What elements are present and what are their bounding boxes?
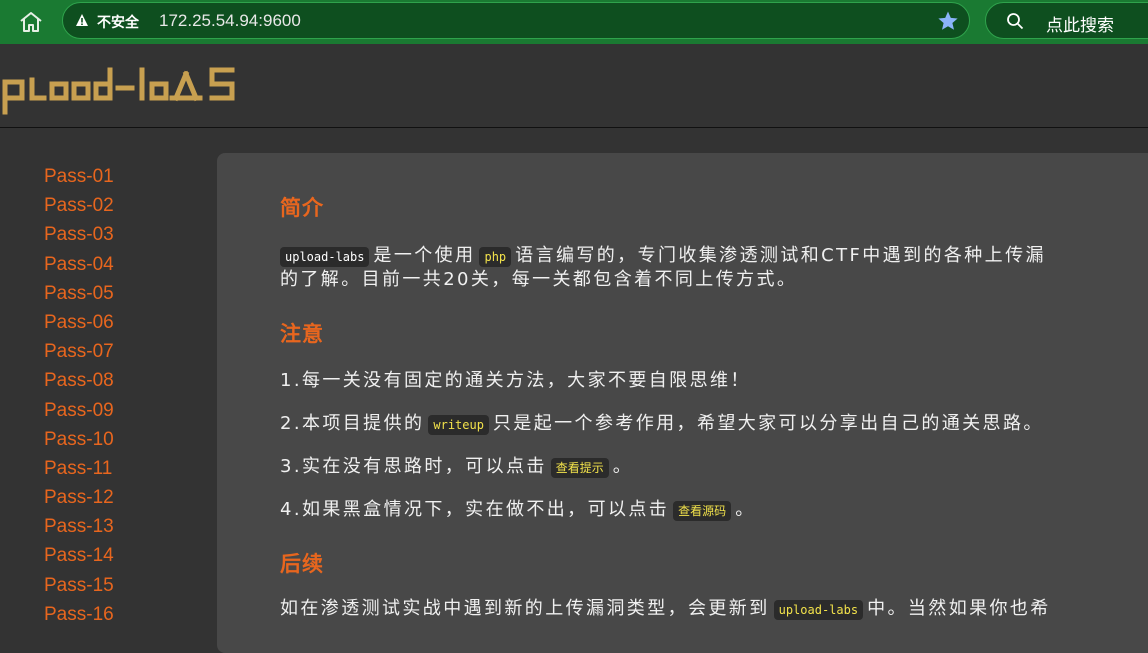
notice-item-1: 1.每一关没有固定的通关方法，大家不要自限思维！ [280,370,751,391]
sidebar-item-pass-04[interactable]: Pass-04 [44,252,114,281]
intro-text-1: 是一个使用 [373,245,476,266]
sidebar-item-pass-02[interactable]: Pass-02 [44,193,114,222]
pass-list: Pass-01 Pass-02 Pass-03 Pass-04 Pass-05 … [44,164,114,631]
sidebar-item-pass-11[interactable]: Pass-11 [44,456,114,485]
notice-2-text-b: 只是起一个参考作用，希望大家可以分享出自己的通关思路。 [492,413,1044,434]
bookmark-star-icon[interactable] [937,10,959,32]
sidebar-item-pass-01[interactable]: Pass-01 [44,164,114,193]
warning-icon[interactable] [75,13,89,27]
sidebar-item-pass-07[interactable]: Pass-07 [44,339,114,368]
follow-text-b: 中。当然如果你也希 [867,598,1051,619]
home-icon[interactable] [18,10,44,34]
browser-toolbar: 不安全 172.25.54.94:9600 点此搜索 [0,0,1148,44]
intro-text-2: 语言编写的，专门收集渗透测试和CTF中遇到的各种上传漏 [515,245,1046,266]
sidebar: Pass-01 Pass-02 Pass-03 Pass-04 Pass-05 … [0,128,216,627]
sidebar-item-pass-06[interactable]: Pass-06 [44,310,114,339]
notice-3-text-a: 3.实在没有思路时，可以点击 [280,456,547,477]
search-placeholder: 点此搜索 [1046,16,1114,36]
intro-paragraph: upload-labs 是一个使用 php 语言编写的，专门收集渗透测试和CTF中遇到… [280,244,1046,269]
sidebar-item-pass-03[interactable]: Pass-03 [44,222,114,251]
view-source-link[interactable]: 查看源码 [673,501,732,521]
notice-item-4: 4.如果黑盒情况下，实在做不出，可以点击 查看源码。 [280,498,756,523]
notice-2-text-a: 2.本项目提供的 [280,413,425,434]
insecure-label[interactable]: 不安全 [97,12,139,32]
follow-up-heading: 后续 [280,552,324,576]
notice-heading: 注意 [280,322,324,346]
search-icon [1007,13,1024,30]
notice-4-text-a: 4.如果黑盒情况下，实在做不出，可以点击 [280,499,670,520]
url-text[interactable]: 172.25.54.94:9600 [159,11,301,31]
intro-paragraph-line2: 的了解。目前一共20关，每一关都包含着不同上传方式。 [280,269,798,290]
search-box[interactable]: 点此搜索 [985,2,1148,39]
writeup-code: writeup [428,415,489,435]
sidebar-item-pass-15[interactable]: Pass-15 [44,573,114,602]
intro-heading: 简介 [280,196,324,220]
upload-labs-code-2: upload-labs [773,600,864,620]
notice-item-3: 3.实在没有思路时，可以点击 查看提示。 [280,455,633,480]
sidebar-item-pass-08[interactable]: Pass-08 [44,368,114,397]
upload-labs-code: upload-labs [280,247,370,267]
content-panel: 简介 upload-labs 是一个使用 php 语言编写的，专门收集渗透测试和CTF… [217,153,1148,653]
follow-text-a: 如在渗透测试实战中遇到新的上传漏洞类型，会更新到 [280,598,770,619]
sidebar-item-pass-14[interactable]: Pass-14 [44,543,114,572]
site-logo[interactable] [0,60,260,116]
view-hint-link[interactable]: 查看提示 [550,458,609,478]
sidebar-item-pass-12[interactable]: Pass-12 [44,485,114,514]
notice-3-text-b: 。 [612,456,634,477]
follow-up-paragraph: 如在渗透测试实战中遇到新的上传漏洞类型，会更新到 upload-labs 中。当然如… [280,597,1051,622]
notice-item-2: 2.本项目提供的 writeup 只是起一个参考作用，希望大家可以分享出自己的通关思… [280,412,1044,437]
sidebar-item-pass-09[interactable]: Pass-09 [44,398,114,427]
php-code: php [479,247,512,267]
sidebar-item-pass-10[interactable]: Pass-10 [44,427,114,456]
sidebar-item-pass-13[interactable]: Pass-13 [44,514,114,543]
sidebar-item-pass-05[interactable]: Pass-05 [44,281,114,310]
address-bar[interactable]: 不安全 172.25.54.94:9600 [62,2,970,39]
notice-4-text-b: 。 [735,499,756,520]
